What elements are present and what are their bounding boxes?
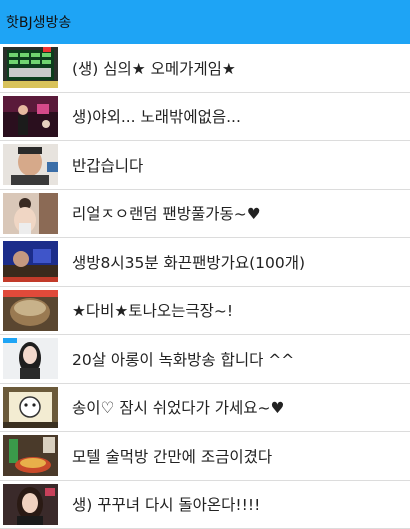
stream-title: (생) 심의★ 오메가게임★ — [72, 44, 236, 92]
list-item[interactable]: (생) 심의★ 오메가게임★ — [0, 44, 410, 93]
list-item[interactable]: 리얼ㅈㅇ랜덤 팬방풀가동~♥ — [0, 190, 410, 239]
thumbnail-image — [3, 338, 58, 379]
stream-list: (생) 심의★ 오메가게임★ 생)야외... 노래밖에없음... — [0, 44, 410, 529]
thumbnail-image — [3, 241, 58, 282]
list-item[interactable]: ★다비★토나오는극장~! — [0, 287, 410, 336]
stream-title: 반갑습니다 — [72, 141, 143, 189]
list-item[interactable]: 생)야외... 노래밖에없음... — [0, 93, 410, 142]
thumbnail-image — [3, 144, 58, 185]
thumbnail-image — [3, 387, 58, 428]
thumbnail-image — [3, 96, 58, 137]
list-item[interactable]: 반갑습니다 — [0, 141, 410, 190]
stream-title: 생)야외... 노래밖에없음... — [72, 93, 241, 141]
stream-title: 송이♡ 잠시 쉬었다가 가세요~♥ — [72, 384, 284, 432]
thumbnail-image — [3, 47, 58, 88]
stream-title: ★다비★토나오는극장~! — [72, 287, 233, 335]
list-item[interactable]: 송이♡ 잠시 쉬었다가 가세요~♥ — [0, 384, 410, 433]
stream-title: 20살 아롱이 녹화방송 합니다 ^^ — [72, 335, 294, 383]
thumbnail-image — [3, 193, 58, 234]
thumbnail-image — [3, 435, 58, 476]
list-item[interactable]: 20살 아롱이 녹화방송 합니다 ^^ — [0, 335, 410, 384]
list-item[interactable]: 생) 꾸꾸녀 다시 돌아온다!!!! — [0, 481, 410, 529]
stream-title: 생) 꾸꾸녀 다시 돌아온다!!!! — [72, 481, 260, 529]
app-title: 핫BJ생방송 — [6, 12, 71, 32]
list-item[interactable]: 생방8시35분 화끈팬방가요(100개) — [0, 238, 410, 287]
stream-title: 리얼ㅈㅇ랜덤 팬방풀가동~♥ — [72, 190, 261, 238]
stream-title: 모텔 술먹방 간만에 조금이겼다 — [72, 432, 272, 480]
thumbnail-image — [3, 290, 58, 331]
stream-title: 생방8시35분 화끈팬방가요(100개) — [72, 238, 305, 286]
thumbnail-image — [3, 484, 58, 525]
app-bar: 핫BJ생방송 — [0, 0, 410, 44]
list-item[interactable]: 모텔 술먹방 간만에 조금이겼다 — [0, 432, 410, 481]
